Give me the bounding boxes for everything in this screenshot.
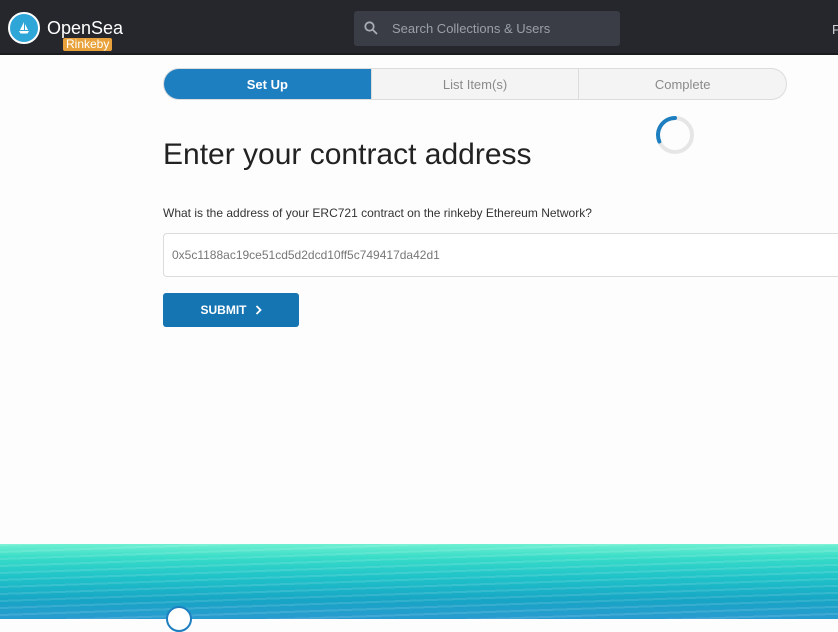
nav-menu-item-truncated[interactable]: F bbox=[832, 22, 838, 37]
contract-address-input[interactable] bbox=[163, 233, 838, 277]
footer-logo-icon bbox=[166, 606, 192, 632]
brand-name[interactable]: OpenSea bbox=[47, 18, 123, 39]
address-prompt: What is the address of your ERC721 contr… bbox=[163, 206, 592, 220]
search-input[interactable] bbox=[392, 11, 612, 46]
loading-spinner-icon bbox=[656, 116, 694, 154]
submit-label: SUBMIT bbox=[200, 303, 247, 317]
opensea-logo-icon[interactable] bbox=[8, 12, 40, 44]
step-list-items: List Item(s) bbox=[370, 69, 579, 99]
top-navigation-bar: OpenSea Rinkeby F bbox=[0, 0, 838, 55]
submit-button[interactable]: SUBMIT bbox=[163, 293, 299, 327]
progress-steps: Set Up List Item(s) Complete bbox=[163, 68, 787, 100]
search-bar[interactable] bbox=[354, 11, 620, 46]
chevron-right-icon bbox=[255, 305, 262, 315]
search-icon bbox=[364, 21, 378, 35]
network-badge: Rinkeby bbox=[63, 38, 113, 51]
page-title: Enter your contract address bbox=[163, 138, 532, 171]
step-complete: Complete bbox=[578, 69, 786, 99]
step-set-up: Set Up bbox=[164, 69, 371, 99]
ocean-footer-image bbox=[0, 544, 838, 619]
